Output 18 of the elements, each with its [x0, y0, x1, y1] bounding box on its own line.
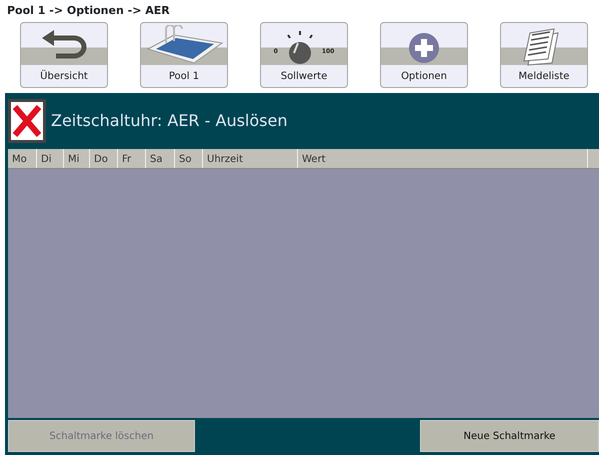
breadcrumb: Pool 1 -> Optionen -> AER: [6, 3, 171, 19]
nav-button[interactable]: Übersicht: [20, 22, 108, 88]
nav-button[interactable]: Meldeliste: [500, 22, 588, 88]
column-header: Do: [90, 149, 118, 168]
close-button[interactable]: [8, 99, 46, 143]
column-header: Wert: [298, 149, 588, 168]
column-header: Fr: [118, 149, 146, 168]
column-header: Mi: [64, 149, 90, 168]
column-header: Sa: [146, 149, 175, 168]
column-header: Mo: [8, 149, 37, 168]
nav-button[interactable]: Optionen: [380, 22, 468, 88]
action-button[interactable]: Neue Schaltmarke: [420, 420, 599, 452]
nav-button[interactable]: Pool 1: [140, 22, 228, 88]
panel-title: Zeitschaltuhr: AER - Auslösen: [51, 110, 288, 132]
close-icon: [12, 104, 42, 138]
column-header: So: [175, 149, 203, 168]
column-header: Uhrzeit: [203, 149, 298, 168]
column-header: Di: [37, 149, 64, 168]
